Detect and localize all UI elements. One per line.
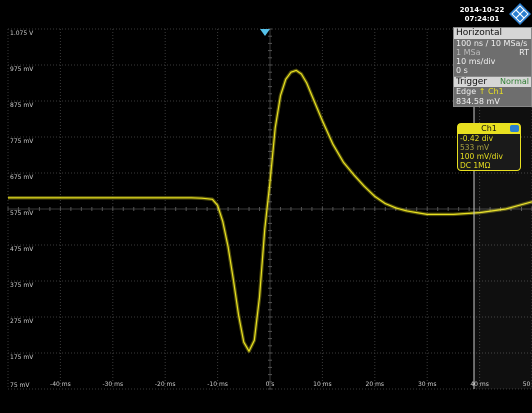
sample-rate: 100 ns / 10 MSa/s <box>456 39 528 48</box>
x-tick-label: -40 ms <box>50 381 71 388</box>
channel-coupling: DC 1MΩ <box>460 161 491 170</box>
x-tick-label: -20 ms <box>155 381 176 388</box>
channel-menu-icon[interactable] <box>510 125 519 132</box>
channel1-title-bar: Ch1 <box>458 124 520 134</box>
trigger-panel[interactable]: Trigger Normal Edge ↑ Ch1 834.58 mV <box>453 76 532 107</box>
y-tick-label: 275 mV <box>10 318 34 325</box>
x-tick-label: 20 ms <box>366 381 385 388</box>
x-tick-label: 10 ms <box>313 381 332 388</box>
horizontal-title: Horizontal <box>454 28 531 39</box>
y-tick-label: 75 mV <box>10 382 30 389</box>
timebase: 10 ms/div <box>456 57 496 66</box>
brand-logo-icon <box>509 3 531 25</box>
y-tick-label: 675 mV <box>10 174 34 181</box>
y-tick-label: 1.075 V <box>10 30 34 37</box>
trigger-position-marker-icon[interactable] <box>260 29 270 36</box>
y-tick-label: 175 mV <box>10 354 34 361</box>
trigger-type: Edge <box>456 87 477 96</box>
channel-scale: 100 mV/div <box>460 152 503 161</box>
trigger-level: 834.58 mV <box>456 96 500 106</box>
x-tick-label: -30 ms <box>102 381 123 388</box>
oscilloscope-screen: 1.075 V 975 mV 875 mV 775 mV 675 mV 575 mV 475… <box>0 0 532 413</box>
channel1-panel[interactable]: Ch1 -0.42 div 533 mV 100 mV/div DC 1MΩ <box>457 123 521 171</box>
x-tick-label: 30 ms <box>418 381 437 388</box>
trigger-title-bar: Trigger Normal <box>454 77 531 87</box>
x-axis-labels: -40 ms -30 ms -20 ms -10 ms 0 s 10 ms 20 ms 30 … <box>50 381 532 388</box>
y-axis-labels: 1.075 V 975 mV 875 mV 775 mV 675 mV 575 mV 475… <box>10 30 34 389</box>
trigger-title: Trigger <box>456 77 488 87</box>
datetime-display: 2014-10-22 07:24:01 <box>456 6 508 24</box>
y-tick-label: 875 mV <box>10 102 34 109</box>
y-tick-label: 575 mV <box>10 210 34 217</box>
horizontal-panel[interactable]: Horizontal 100 ns / 10 MSa/s 1 MSa RT 10… <box>453 27 532 79</box>
y-tick-label: 775 mV <box>10 138 34 145</box>
rising-edge-icon: ↑ <box>478 87 486 96</box>
y-tick-label: 975 mV <box>10 66 34 73</box>
trigger-mode: Normal <box>500 77 529 86</box>
time-text: 07:24:01 <box>464 15 500 23</box>
date-text: 2014-10-22 <box>459 6 505 14</box>
record-length: 1 MSa <box>456 48 481 57</box>
record-length-row: 1 MSa RT <box>454 48 531 57</box>
horizontal-position: 0 s <box>456 66 468 75</box>
trigger-type-row: Edge ↑ Ch1 <box>454 87 531 97</box>
y-tick-label: 375 mV <box>10 282 34 289</box>
trigger-source: Ch1 <box>487 87 504 96</box>
x-tick-label: 0 s <box>266 381 275 388</box>
y-tick-label: 475 mV <box>10 246 34 253</box>
channel-offset-div: -0.42 div <box>460 134 494 143</box>
x-tick-label: -10 ms <box>207 381 228 388</box>
channel-offset-mv: 533 mV <box>460 143 490 152</box>
channel1-title: Ch1 <box>481 124 497 133</box>
acquisition-mode: RT <box>519 48 529 57</box>
